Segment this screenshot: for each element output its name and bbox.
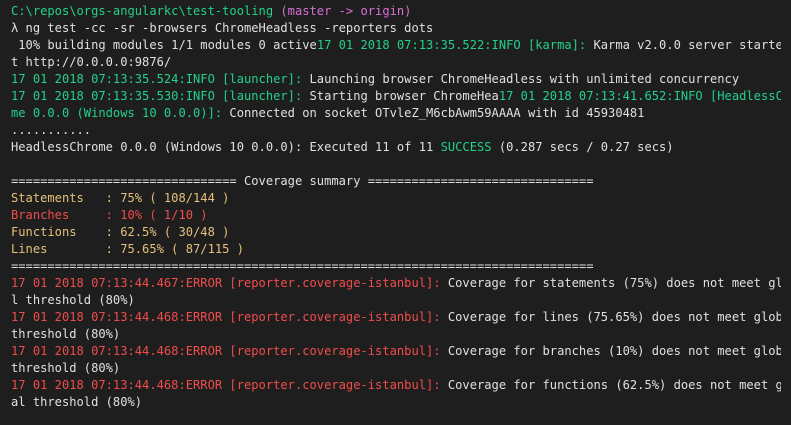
- terminal-text-segment: threshold (80%): [11, 327, 121, 341]
- terminal-text-segment: (0.287 secs / 0.27 secs): [491, 140, 674, 154]
- terminal-text-segment: Launching browser ChromeHeadless with un…: [302, 72, 740, 86]
- terminal-line: HeadlessChrome 0.0.0 (Windows 10 0.0.0):…: [11, 139, 781, 156]
- terminal-line: 17 01 2018 07:13:44.468:ERROR [reporter.…: [11, 343, 781, 360]
- terminal-text-segment: al threshold (80%): [11, 395, 143, 409]
- terminal-text-segment: Branches : 10% ( 1/10 ): [11, 208, 208, 222]
- terminal-text-segment: (master -> origin): [273, 4, 412, 18]
- terminal-text-segment: Coverage for lines (75.65%) does not mee…: [440, 310, 781, 324]
- terminal-text-segment: Starting browser ChromeHea: [302, 89, 499, 103]
- terminal-text-segment: 10% building modules 1/1 modules 0 activ…: [11, 38, 317, 52]
- terminal-line: me 0.0.0 (Windows 10 0.0.0)]: Connected …: [11, 105, 781, 122]
- terminal-text-segment: Coverage for branches (10%) does not mee…: [440, 344, 781, 358]
- terminal-line: 17 01 2018 07:13:35.524:INFO [launcher]:…: [11, 71, 781, 88]
- terminal-text-segment: =============================== Coverage…: [11, 174, 594, 188]
- terminal-text-segment: 17 01 2018 07:13:44.468:ERROR [reporter.…: [11, 310, 441, 324]
- terminal-line: Functions : 62.5% ( 30/48 ): [11, 224, 781, 241]
- terminal-text-segment: C:\repos\orgs-angularkc\test-tooling: [11, 4, 274, 18]
- terminal-line: t http://0.0.0.0:9876/: [11, 54, 781, 71]
- terminal-output[interactable]: C:\repos\orgs-angularkc\test-tooling (ma…: [0, 0, 781, 411]
- terminal-text-segment: 17 01 2018 07:13:35.524:INFO [launcher]:: [11, 72, 303, 86]
- terminal-line: C:\repos\orgs-angularkc\test-tooling (ma…: [11, 3, 781, 20]
- terminal-line: ...........: [11, 122, 781, 139]
- terminal-text-segment: Coverage for functions (62.5%) does not …: [440, 378, 781, 392]
- terminal-text-segment: Coverage for statements (75%) does not m…: [440, 276, 781, 290]
- terminal-line: 17 01 2018 07:13:35.530:INFO [launcher]:…: [11, 88, 781, 105]
- terminal-text-segment: λ ng test -cc -sr -browsers ChromeHeadle…: [11, 21, 434, 35]
- terminal-line: λ ng test -cc -sr -browsers ChromeHeadle…: [11, 20, 781, 37]
- terminal-line: ========================================…: [11, 258, 781, 275]
- terminal-text-segment: 17 01 2018 07:13:44.468:ERROR [reporter.…: [11, 344, 441, 358]
- terminal-line: l threshold (80%): [11, 292, 781, 309]
- terminal-line: threshold (80%): [11, 360, 781, 377]
- terminal-line: 17 01 2018 07:13:44.468:ERROR [reporter.…: [11, 309, 781, 326]
- terminal-text-segment: Connected on socket OTvleZ_M6cbAwm59AAAA…: [222, 106, 645, 120]
- terminal-text-segment: HeadlessChrome 0.0.0 (Windows 10 0.0.0):…: [11, 140, 441, 154]
- terminal-text-segment: Karma v2.0.0 server started a: [593, 38, 781, 52]
- terminal-text-segment: 17 01 2018 07:13:35.530:INFO [launcher]:: [11, 89, 303, 103]
- terminal-line: 17 01 2018 07:13:44.468:ERROR [reporter.…: [11, 377, 781, 394]
- terminal-text-segment: 17 01 2018 07:13:41.652:INFO [HeadlessCh…: [498, 89, 781, 103]
- terminal-line: Branches : 10% ( 1/10 ): [11, 207, 781, 224]
- terminal-text-segment: 17 01 2018 07:13:44.467:ERROR [reporter.…: [11, 276, 441, 290]
- terminal-text-segment: 17 01 2018 07:13:35.522:INFO [karma]:: [316, 38, 587, 52]
- terminal-line: threshold (80%): [11, 326, 781, 343]
- terminal-line: 17 01 2018 07:13:44.467:ERROR [reporter.…: [11, 275, 781, 292]
- terminal-text-segment: 17 01 2018 07:13:44.468:ERROR [reporter.…: [11, 378, 441, 392]
- terminal-text-segment: t http://0.0.0.0:9876/: [11, 55, 172, 69]
- terminal-text-segment: threshold (80%): [11, 361, 121, 375]
- terminal-text-segment: ========================================…: [11, 259, 594, 273]
- terminal-text-segment: l threshold (80%): [11, 293, 135, 307]
- terminal-line: 10% building modules 1/1 modules 0 activ…: [11, 37, 781, 54]
- terminal-line: =============================== Coverage…: [11, 173, 781, 190]
- terminal-line: Lines : 75.65% ( 87/115 ): [11, 241, 781, 258]
- terminal-line: Statements : 75% ( 108/144 ): [11, 190, 781, 207]
- terminal-text-segment: Lines : 75.65% ( 87/115 ): [11, 242, 244, 256]
- terminal-text-segment: me 0.0.0 (Windows 10 0.0.0)]:: [11, 106, 223, 120]
- terminal-text-segment: Statements : 75% ( 108/144 ): [11, 191, 230, 205]
- terminal-text-segment: ...........: [11, 123, 92, 137]
- terminal-text-segment: Functions : 62.5% ( 30/48 ): [11, 225, 230, 239]
- terminal-text-segment: SUCCESS: [440, 140, 492, 154]
- terminal-line: al threshold (80%): [11, 394, 781, 411]
